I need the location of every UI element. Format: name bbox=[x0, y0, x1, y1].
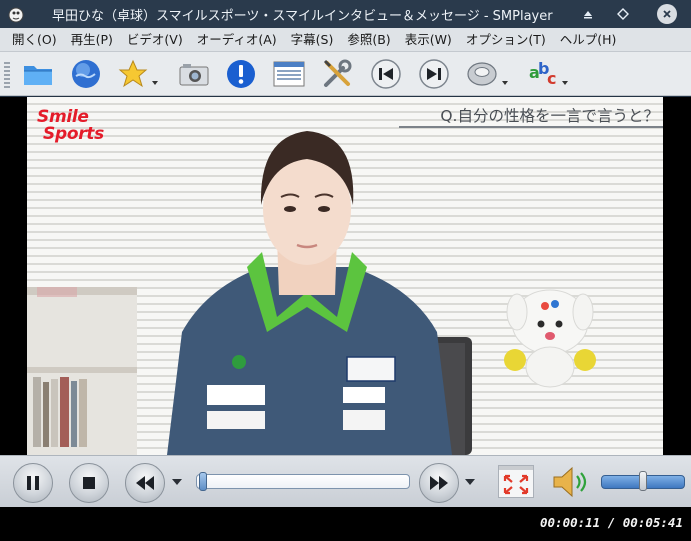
audio-track-dropdown-icon[interactable] bbox=[502, 81, 508, 85]
window-title: 早田ひな（卓球）スマイルスポーツ・スマイルインタビュー＆メッセージ - SMPl… bbox=[52, 9, 553, 24]
rewind-button[interactable] bbox=[125, 463, 165, 503]
menu-audio[interactable]: オーディオ(A) bbox=[190, 28, 284, 52]
menu-help[interactable]: ヘルプ(H) bbox=[553, 28, 624, 52]
minimize-icon bbox=[584, 11, 592, 19]
bookshelf-image bbox=[27, 287, 137, 455]
smile-sports-logo: Smile Sports bbox=[37, 109, 104, 143]
subtitles-icon: a b c bbox=[529, 59, 556, 88]
svg-text:c: c bbox=[547, 69, 556, 88]
maximize-icon bbox=[617, 8, 629, 20]
playlist-icon bbox=[273, 61, 305, 87]
pause-icon bbox=[27, 476, 39, 490]
pause-button[interactable] bbox=[13, 463, 53, 503]
toolbar-grip[interactable] bbox=[4, 62, 10, 88]
video-area[interactable]: Smile Sports Q.自分の性格を一言で言うと？ bbox=[0, 97, 691, 455]
open-url-button[interactable] bbox=[69, 57, 103, 91]
maximize-button[interactable] bbox=[613, 4, 633, 24]
smplayer-window: 早田ひな（卓球）スマイルスポーツ・スマイルインタビュー＆メッセージ - SMPl… bbox=[0, 0, 691, 541]
rewind-dropdown-icon[interactable] bbox=[172, 479, 182, 485]
forward-dropdown-icon[interactable] bbox=[465, 479, 475, 485]
menu-bar: 開く(O) 再生(P) ビデオ(V) オーディオ(A) 字幕(S) 参照(B) … bbox=[0, 28, 691, 52]
close-icon bbox=[663, 10, 671, 18]
open-folder-icon bbox=[24, 66, 52, 85]
previous-button[interactable] bbox=[369, 57, 403, 91]
fullscreen-button[interactable] bbox=[498, 465, 534, 498]
next-button[interactable] bbox=[417, 57, 451, 91]
stop-button[interactable] bbox=[69, 463, 109, 503]
screenshot-button[interactable] bbox=[177, 57, 211, 91]
control-bar bbox=[0, 455, 691, 507]
main-toolbar: a b c bbox=[0, 52, 691, 96]
status-bar: 00:00:11 / 00:05:41 bbox=[0, 507, 691, 541]
menu-play[interactable]: 再生(P) bbox=[64, 28, 120, 52]
subtitles-button[interactable]: a b c bbox=[526, 57, 560, 91]
skip-next-icon bbox=[419, 59, 449, 89]
volume-handle[interactable] bbox=[639, 471, 647, 491]
info-icon bbox=[227, 60, 255, 88]
fast-forward-icon bbox=[430, 476, 448, 490]
audio-track-icon bbox=[467, 62, 497, 86]
favorites-button[interactable] bbox=[116, 57, 150, 91]
close-button[interactable] bbox=[657, 4, 677, 24]
menu-video[interactable]: ビデオ(V) bbox=[120, 28, 190, 52]
menu-open[interactable]: 開く(O) bbox=[0, 28, 64, 52]
caption-underline bbox=[399, 126, 663, 128]
menu-view[interactable]: 表示(W) bbox=[398, 28, 459, 52]
audio-track-button[interactable] bbox=[465, 57, 499, 91]
logo-line-2: Sports bbox=[43, 124, 104, 144]
menu-browse[interactable]: 参照(B) bbox=[340, 28, 397, 52]
volume-icon[interactable] bbox=[551, 465, 589, 499]
time-display: 00:00:11 / 00:05:41 bbox=[540, 515, 683, 530]
video-frame: Smile Sports Q.自分の性格を一言で言うと？ bbox=[27, 97, 663, 455]
tools-icon bbox=[323, 59, 352, 87]
title-bar: 早田ひな（卓球）スマイルスポーツ・スマイルインタビュー＆メッセージ - SMPl… bbox=[0, 0, 691, 28]
preferences-button[interactable] bbox=[320, 57, 354, 91]
minimize-button[interactable] bbox=[578, 4, 598, 24]
stop-icon bbox=[83, 477, 95, 489]
favorites-dropdown-icon[interactable] bbox=[152, 81, 158, 85]
mascot-plush-image bbox=[504, 289, 596, 388]
forward-button[interactable] bbox=[419, 463, 459, 503]
menu-options[interactable]: オプション(T) bbox=[459, 28, 553, 52]
seek-handle[interactable] bbox=[198, 472, 207, 491]
seek-bar[interactable] bbox=[196, 474, 410, 489]
open-file-button[interactable] bbox=[21, 57, 55, 91]
smplayer-app-icon[interactable] bbox=[6, 4, 26, 24]
playlist-button[interactable] bbox=[272, 57, 306, 91]
interviewee-image bbox=[167, 131, 452, 455]
menu-subtitles[interactable]: 字幕(S) bbox=[284, 28, 341, 52]
interview-question-caption: Q.自分の性格を一言で言うと？ bbox=[440, 107, 659, 125]
rewind-icon bbox=[136, 476, 154, 490]
fullscreen-icon bbox=[499, 466, 533, 495]
subtitles-dropdown-icon[interactable] bbox=[562, 81, 568, 85]
globe-icon bbox=[72, 60, 100, 88]
skip-previous-icon bbox=[371, 59, 401, 89]
camera-icon bbox=[179, 64, 209, 86]
star-icon bbox=[118, 59, 148, 88]
info-button[interactable] bbox=[224, 57, 258, 91]
